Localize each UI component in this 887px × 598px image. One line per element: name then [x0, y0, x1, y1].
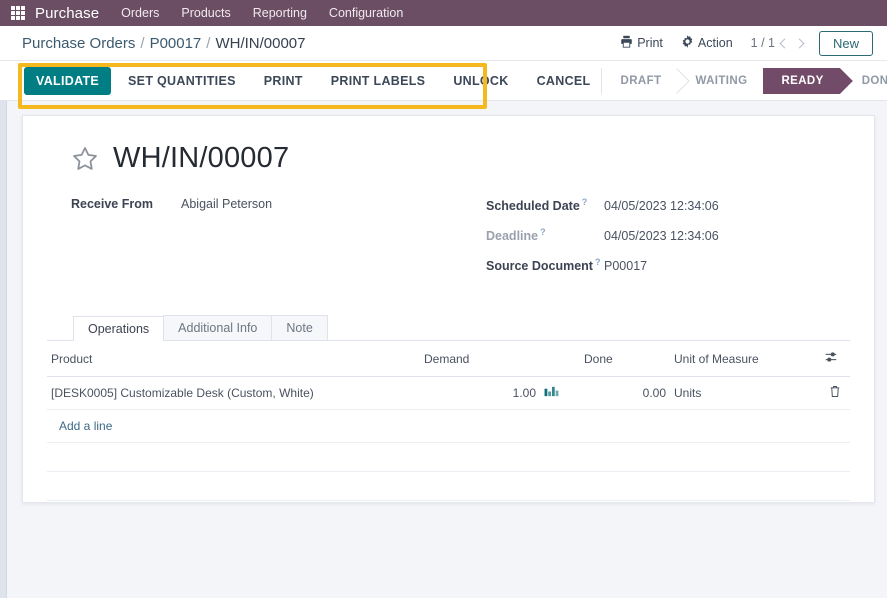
- menu-orders[interactable]: Orders: [121, 6, 159, 20]
- notebook: Operations Additional Info Note Product …: [47, 313, 850, 502]
- empty-cell: [47, 471, 850, 502]
- deadline-label: Deadline?: [486, 227, 546, 244]
- form-fields: Receive From Abigail Peterson Scheduled …: [47, 197, 850, 287]
- action-button[interactable]: Action: [681, 35, 733, 51]
- field-scheduled-date: Scheduled Date? 04/05/2023 12:34:06: [486, 197, 850, 213]
- menu-configuration[interactable]: Configuration: [329, 6, 403, 20]
- breadcrumb: Purchase Orders / P00017 / WH/IN/00007: [22, 35, 306, 52]
- chevron-left-icon[interactable]: [779, 38, 790, 48]
- pager-counter: 1 / 1: [750, 36, 775, 50]
- gear-icon: [681, 35, 694, 51]
- status-ready[interactable]: READY: [763, 67, 840, 94]
- status-bar: DRAFT WAITING READY DONE: [601, 67, 887, 94]
- breadcrumb-separator-2: /: [206, 34, 211, 52]
- deadline-value[interactable]: 04/05/2023 12:34:06: [604, 229, 719, 243]
- empty-cell: [47, 442, 850, 473]
- action-button-label: Action: [697, 36, 733, 50]
- page-title: WH/IN/00007: [113, 142, 290, 174]
- breadcrumb-current: WH/IN/00007: [215, 34, 306, 52]
- breadcrumb-purchase-orders[interactable]: Purchase Orders: [22, 35, 135, 52]
- printer-icon: [620, 35, 633, 51]
- record-title-row: WH/IN/00007: [47, 136, 850, 175]
- receive-from-label: Receive From: [71, 197, 153, 211]
- column-header-unit-of-measure: Unit of Measure: [670, 341, 820, 378]
- operations-lines-table: Product Demand Done Unit of Measure [DES…: [47, 341, 850, 502]
- print-action-button[interactable]: PRINT: [253, 67, 314, 95]
- print-labels-button[interactable]: PRINT LABELS: [320, 67, 437, 95]
- app-brand-purchase[interactable]: Purchase: [35, 5, 99, 22]
- add-line-row: Add a line: [47, 409, 850, 444]
- table-header-row: Product Demand Done Unit of Measure: [47, 341, 850, 378]
- row-forecast-cell: [540, 376, 580, 411]
- scheduled-date-value[interactable]: 04/05/2023 12:34:06: [604, 199, 719, 213]
- source-document-value[interactable]: P00017: [604, 259, 647, 273]
- source-document-label: Source Document?: [486, 257, 601, 274]
- field-receive-from: Receive From Abigail Peterson: [71, 197, 486, 211]
- menu-products[interactable]: Products: [181, 6, 230, 20]
- cancel-button[interactable]: CANCEL: [526, 67, 602, 95]
- row-demand[interactable]: 1.00: [420, 376, 540, 411]
- record-action-buttons: VALIDATE SET QUANTITIES PRINT PRINT LABE…: [24, 66, 602, 95]
- form-column-right: Scheduled Date? 04/05/2023 12:34:06 Dead…: [486, 197, 850, 287]
- bar-chart-icon[interactable]: [544, 387, 559, 401]
- column-options-header: [820, 341, 850, 378]
- field-deadline: Deadline? 04/05/2023 12:34:06: [486, 227, 850, 243]
- form-column-left: Receive From Abigail Peterson: [71, 197, 486, 287]
- pager-arrows: [779, 38, 805, 48]
- print-button[interactable]: Print: [620, 35, 663, 51]
- receive-from-value[interactable]: Abigail Peterson: [181, 197, 272, 211]
- menu-reporting[interactable]: Reporting: [253, 6, 307, 20]
- print-button-label: Print: [637, 36, 663, 50]
- empty-row: [47, 471, 850, 502]
- notebook-tabs: Operations Additional Info Note: [47, 313, 850, 342]
- column-header-forecast: [540, 341, 580, 378]
- chevron-right-icon[interactable]: [794, 38, 805, 48]
- trash-icon[interactable]: [829, 385, 841, 398]
- control-panel: Purchase Orders / P00017 / WH/IN/00007 P…: [0, 26, 887, 61]
- star-outline-icon[interactable]: [71, 145, 99, 173]
- add-line-cell: Add a line: [47, 409, 850, 444]
- tab-additional-info[interactable]: Additional Info: [163, 315, 273, 341]
- field-source-document: Source Document? P00017: [486, 257, 850, 273]
- new-button[interactable]: New: [818, 30, 873, 56]
- help-icon-deadline[interactable]: ?: [540, 227, 546, 237]
- top-navbar: Purchase Orders Products Reporting Confi…: [0, 0, 887, 26]
- row-done[interactable]: 0.00: [580, 376, 670, 411]
- breadcrumb-separator-1: /: [140, 34, 145, 52]
- set-quantities-button[interactable]: SET QUANTITIES: [117, 67, 247, 95]
- unlock-button[interactable]: UNLOCK: [442, 67, 519, 95]
- tab-note[interactable]: Note: [271, 315, 328, 341]
- help-icon-source-document[interactable]: ?: [595, 257, 601, 267]
- breadcrumb-p00017[interactable]: P00017: [150, 35, 202, 52]
- action-button-row: VALIDATE SET QUANTITIES PRINT PRINT LABE…: [0, 61, 887, 101]
- row-product[interactable]: [DESK0005] Customizable Desk (Custom, Wh…: [47, 376, 420, 411]
- status-waiting[interactable]: WAITING: [677, 67, 764, 94]
- sliders-icon[interactable]: [824, 350, 838, 364]
- help-icon-scheduled-date[interactable]: ?: [582, 197, 588, 207]
- column-header-done: Done: [580, 341, 670, 378]
- apps-grid-icon[interactable]: [11, 6, 25, 20]
- control-panel-actions: Print Action 1 / 1 New: [620, 30, 873, 56]
- empty-row: [47, 442, 850, 473]
- validate-button[interactable]: VALIDATE: [24, 66, 112, 95]
- column-header-demand: Demand: [420, 341, 540, 378]
- scheduled-date-label: Scheduled Date?: [486, 197, 588, 214]
- row-unit-of-measure[interactable]: Units: [670, 376, 820, 411]
- tab-operations[interactable]: Operations: [73, 316, 165, 342]
- form-card: WH/IN/00007 Receive From Abigail Peterso…: [22, 115, 875, 503]
- status-draft[interactable]: DRAFT: [602, 67, 678, 94]
- table-row[interactable]: [DESK0005] Customizable Desk (Custom, Wh…: [47, 376, 850, 411]
- add-a-line-link[interactable]: Add a line: [51, 410, 120, 442]
- row-delete-cell: [820, 376, 850, 411]
- column-header-product: Product: [47, 341, 420, 378]
